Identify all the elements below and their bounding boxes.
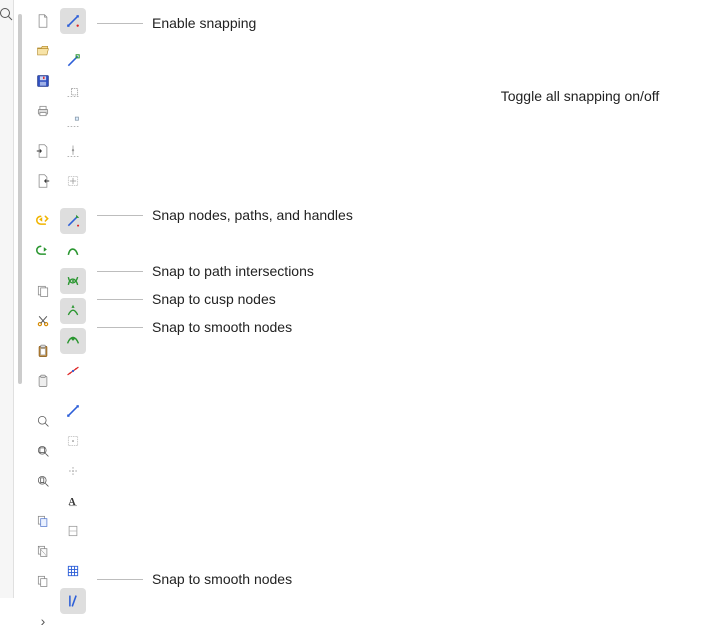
import-button[interactable] bbox=[30, 138, 56, 164]
lock-zoom-icon bbox=[0, 6, 14, 25]
redo-button[interactable] bbox=[30, 238, 56, 264]
zoom-selection-icon bbox=[36, 412, 50, 430]
copy-button[interactable] bbox=[30, 278, 56, 304]
callout-enable-snapping: Enable snapping bbox=[152, 15, 256, 31]
snap-line-midpoint-icon bbox=[66, 362, 80, 380]
callout-snap-nodes: Snap nodes, paths, and handles bbox=[152, 207, 353, 223]
snap-cusp-icon bbox=[66, 302, 80, 320]
snap-bbox-button[interactable] bbox=[60, 48, 86, 74]
snap-nodes-icon bbox=[66, 212, 80, 230]
redo-icon bbox=[36, 242, 50, 260]
zoom-drawing-icon bbox=[36, 442, 50, 460]
zoom-page-icon bbox=[36, 472, 50, 490]
svg-text:A: A bbox=[68, 497, 76, 508]
snap-nodes-button[interactable] bbox=[60, 208, 86, 234]
snap-text-anchor-button[interactable]: A bbox=[60, 488, 86, 514]
scroll-thumb[interactable] bbox=[18, 14, 22, 384]
snap-intersections-button[interactable] bbox=[60, 268, 86, 294]
snap-path-icon bbox=[66, 242, 80, 260]
cut-button[interactable] bbox=[30, 308, 56, 334]
snap-bbox-corner-button[interactable] bbox=[60, 108, 86, 134]
snap-bbox-midpoint-button[interactable] bbox=[60, 138, 86, 164]
snap-guide-icon bbox=[66, 592, 80, 610]
snap-paths-button[interactable] bbox=[60, 238, 86, 264]
snap-bbox-edge-icon bbox=[66, 82, 80, 100]
shortcut-caption: Toggle all snapping on/off bbox=[460, 88, 700, 104]
callout-snap-intersections: Snap to path intersections bbox=[152, 263, 314, 279]
snap-smooth-button[interactable] bbox=[60, 328, 86, 354]
clone-icon bbox=[36, 542, 50, 560]
file-new-icon bbox=[36, 12, 50, 30]
snap-object-center-icon bbox=[66, 432, 80, 450]
duplicate-button[interactable] bbox=[30, 508, 56, 534]
undo-icon bbox=[36, 212, 50, 230]
snap-baseline-icon bbox=[66, 522, 80, 540]
snap-bbox-edge-button[interactable] bbox=[60, 78, 86, 104]
import-icon bbox=[36, 142, 50, 160]
new-document-button[interactable] bbox=[30, 8, 56, 34]
snap-toolbar: A bbox=[60, 8, 86, 634]
folder-open-icon bbox=[36, 42, 50, 60]
snap-guides-button[interactable] bbox=[60, 588, 86, 614]
zoom-page-button[interactable] bbox=[30, 468, 56, 494]
copy-icon bbox=[36, 282, 50, 300]
paste-in-place-button[interactable] bbox=[30, 368, 56, 394]
clipboard-icon bbox=[36, 342, 50, 360]
snap-grid-button[interactable] bbox=[60, 558, 86, 584]
snap-bbox-corner-icon bbox=[66, 112, 80, 130]
callout-snap-cusp: Snap to cusp nodes bbox=[152, 291, 276, 307]
unlink-clone-icon bbox=[36, 572, 50, 590]
snap-bbox-center-icon bbox=[66, 172, 80, 190]
snap-bbox-center-button[interactable] bbox=[60, 168, 86, 194]
open-document-button[interactable] bbox=[30, 38, 56, 64]
snap-others-button[interactable] bbox=[60, 398, 86, 424]
snap-intersection-icon bbox=[66, 272, 80, 290]
clone-button[interactable] bbox=[30, 538, 56, 564]
zoom-drawing-button[interactable] bbox=[30, 438, 56, 464]
enable-snapping-button[interactable] bbox=[60, 8, 86, 34]
snap-smooth-icon bbox=[66, 332, 80, 350]
unlink-clone-button[interactable] bbox=[30, 568, 56, 594]
snap-text-baseline-button[interactable] bbox=[60, 518, 86, 544]
ruler-gutter bbox=[0, 0, 14, 598]
snap-rotation-centers-button[interactable] bbox=[60, 458, 86, 484]
snap-object-centers-button[interactable] bbox=[60, 428, 86, 454]
clipboard-plain-icon bbox=[36, 372, 50, 390]
snap-text-icon: A bbox=[66, 492, 80, 510]
snap-bbox-icon bbox=[66, 52, 80, 70]
save-document-button[interactable] bbox=[30, 68, 56, 94]
snap-rotation-center-icon bbox=[66, 462, 80, 480]
export-icon bbox=[36, 172, 50, 190]
export-button[interactable] bbox=[30, 168, 56, 194]
callout-snap-guides: Snap to smooth nodes bbox=[152, 571, 292, 587]
scrollbar[interactable] bbox=[17, 0, 23, 598]
snap-bbox-midpoint-icon bbox=[66, 142, 80, 160]
floppy-save-icon bbox=[36, 72, 50, 90]
undo-button[interactable] bbox=[30, 208, 56, 234]
snap-enable-icon bbox=[66, 12, 80, 30]
more-chevron-icon[interactable]: › bbox=[30, 608, 56, 634]
snap-cusp-button[interactable] bbox=[60, 298, 86, 324]
paste-button[interactable] bbox=[30, 338, 56, 364]
printer-icon bbox=[36, 102, 50, 120]
snap-grid-icon bbox=[66, 562, 80, 580]
zoom-selection-button[interactable] bbox=[30, 408, 56, 434]
scissors-icon bbox=[36, 312, 50, 330]
callout-snap-smooth: Snap to smooth nodes bbox=[152, 319, 292, 335]
print-button[interactable] bbox=[30, 98, 56, 124]
main-toolbar: › bbox=[30, 8, 56, 634]
snap-other-icon bbox=[66, 402, 80, 420]
duplicate-icon bbox=[36, 512, 50, 530]
snap-line-midpoints-button[interactable] bbox=[60, 358, 86, 384]
